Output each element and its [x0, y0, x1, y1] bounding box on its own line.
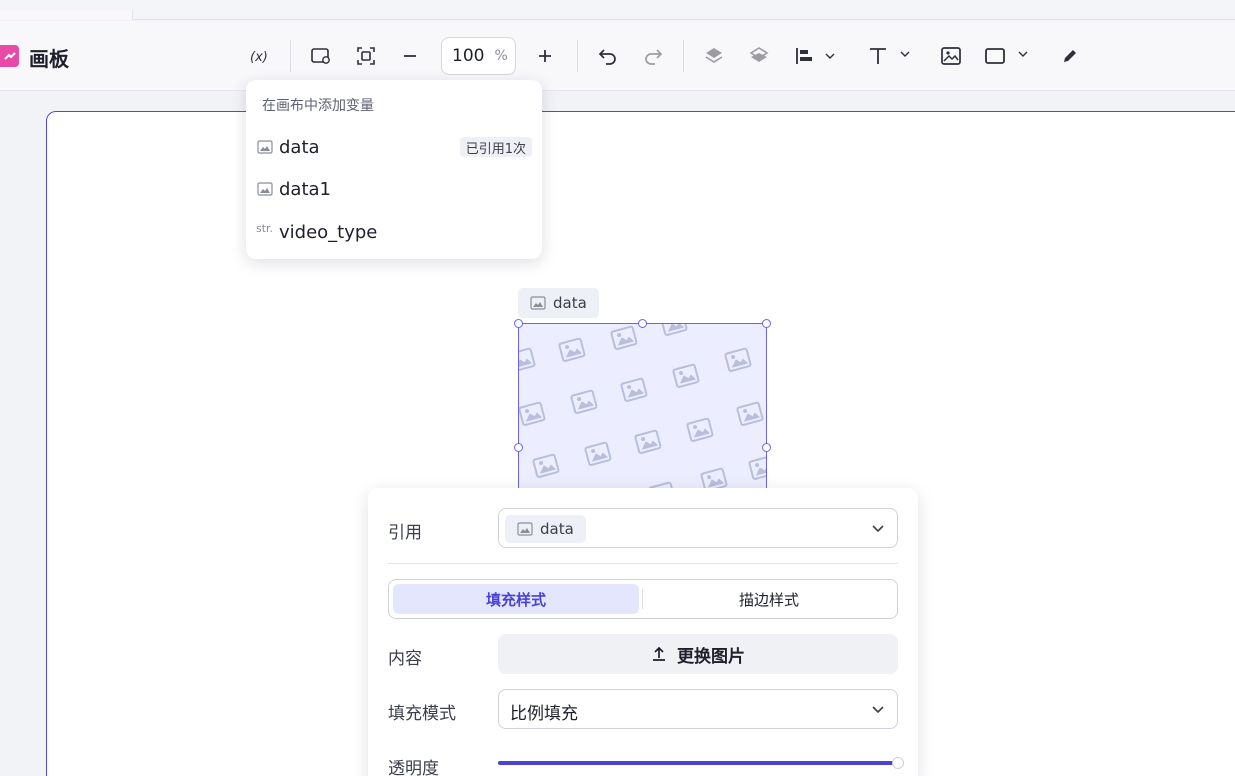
image-icon — [257, 182, 273, 196]
variable-item-data1[interactable]: data1 — [246, 169, 542, 209]
element-variable-tag[interactable]: data — [518, 288, 599, 318]
opacity-slider[interactable] — [498, 757, 904, 769]
variable-item-video-type[interactable]: str. video_type — [246, 212, 542, 252]
variable-icon[interactable]: (x) — [246, 41, 274, 71]
chevron-down-icon — [872, 525, 884, 533]
browser-tab[interactable] — [0, 10, 133, 20]
resize-handle[interactable] — [762, 319, 771, 328]
zoom-out-icon[interactable] — [397, 41, 423, 71]
style-tabs: 填充样式 描边样式 — [388, 579, 898, 619]
redo-icon[interactable] — [640, 41, 666, 71]
shape-tool-dropdown[interactable] — [985, 41, 1031, 71]
toolbar: 画板 (x) 100 % — [0, 21, 1235, 91]
image-placeholder[interactable] — [518, 323, 767, 493]
upload-icon — [653, 646, 665, 661]
reference-select[interactable]: data — [498, 508, 898, 548]
fill-mode-select[interactable]: 比例填充 — [498, 689, 898, 729]
send-backward-icon[interactable] — [746, 41, 772, 71]
resize-handle[interactable] — [514, 319, 523, 328]
undo-icon[interactable] — [595, 41, 621, 71]
divider — [388, 563, 898, 564]
canvas-settings-icon[interactable] — [308, 41, 334, 71]
variable-label: data1 — [279, 178, 331, 200]
bring-forward-icon[interactable] — [701, 41, 727, 71]
replace-image-label: 更换图片 — [677, 646, 745, 667]
svg-text:(x): (x) — [250, 50, 268, 64]
reference-count-badge: 已引用1次 — [459, 137, 532, 157]
string-type-icon: str. — [256, 222, 274, 235]
image-icon — [530, 296, 546, 310]
zoom-input[interactable]: 100 % — [441, 37, 516, 75]
reference-value: data — [540, 520, 574, 538]
opacity-slider-fill — [498, 761, 898, 765]
element-tag-label: data — [553, 294, 587, 312]
text-tool-dropdown[interactable] — [866, 41, 914, 71]
toolbar-divider — [577, 40, 578, 72]
window-tab-strip — [0, 0, 1235, 20]
image-icon — [517, 522, 533, 536]
variable-label: video_type — [279, 221, 378, 243]
tab-stroke-style[interactable]: 描边样式 — [643, 584, 895, 614]
image-tool-icon[interactable] — [938, 41, 964, 71]
variable-menu: 在画布中添加变量 data 已引用1次 data1 str. video_typ… — [246, 80, 542, 259]
toolbar-divider — [290, 40, 291, 72]
app-title: 画板 — [29, 47, 69, 71]
fill-mode-value: 比例填充 — [510, 704, 578, 724]
resize-handle[interactable] — [514, 443, 523, 452]
fill-mode-label: 填充模式 — [388, 704, 456, 724]
zoom-in-icon[interactable] — [532, 41, 558, 71]
content-label: 内容 — [388, 649, 422, 669]
zoom-unit: % — [494, 48, 508, 64]
chevron-down-icon — [872, 706, 884, 714]
fit-screen-icon[interactable] — [353, 41, 379, 71]
image-pattern-icon — [519, 324, 766, 492]
zoom-value[interactable]: 100 — [452, 46, 484, 66]
variable-menu-header: 在画布中添加变量 — [262, 98, 374, 114]
variable-label: data — [279, 136, 320, 158]
image-icon — [257, 140, 273, 154]
pen-icon[interactable] — [1057, 41, 1083, 71]
variable-item-data[interactable]: data 已引用1次 — [246, 127, 542, 167]
align-dropdown[interactable] — [793, 41, 839, 71]
tab-fill-style[interactable]: 填充样式 — [393, 584, 639, 614]
toolbar-divider — [683, 40, 684, 72]
reference-chip: data — [505, 515, 586, 543]
resize-handle[interactable] — [638, 319, 647, 328]
reference-label: 引用 — [388, 523, 422, 543]
app-logo-icon — [0, 45, 19, 67]
opacity-label: 透明度 — [388, 759, 439, 776]
opacity-slider-knob[interactable] — [892, 757, 904, 769]
properties-panel: 引用 data 填充样式 描边样式 内容 更换图片 填充模式 比例填充 透明度 — [368, 488, 918, 776]
resize-handle[interactable] — [762, 443, 771, 452]
replace-image-button[interactable]: 更换图片 — [498, 634, 898, 674]
